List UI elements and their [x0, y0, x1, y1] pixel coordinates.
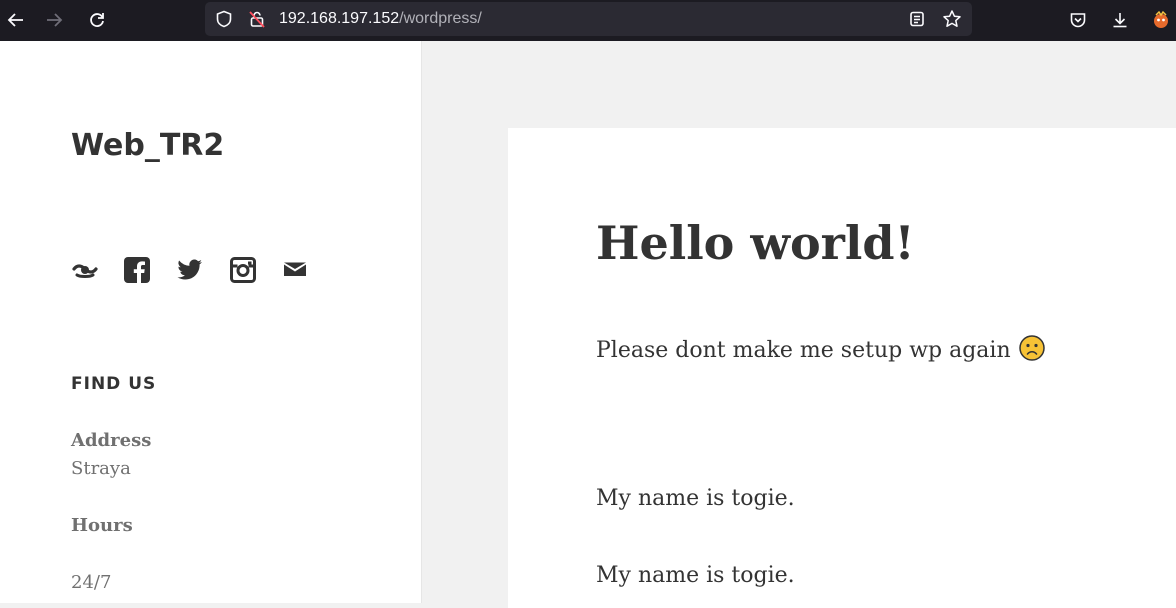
mail-icon[interactable] — [283, 255, 336, 285]
url-path: /wordpress/ — [399, 10, 482, 27]
address-label: Address — [71, 430, 152, 451]
reader-view-icon[interactable] — [901, 3, 933, 35]
reload-icon[interactable] — [81, 4, 113, 36]
insecure-lock-icon[interactable] — [241, 3, 273, 35]
post-title[interactable]: Hello world! — [596, 216, 915, 270]
post-paragraph: My name is togie. — [596, 563, 795, 588]
post-paragraph: My name is togie. — [596, 486, 795, 511]
hours-label: Hours — [71, 515, 133, 536]
browser-toolbar: 192.168.197.152/wordpress/ — [0, 0, 1176, 41]
forward-arrow-icon[interactable] — [38, 4, 70, 36]
post-paragraph-text: Please dont make me setup wp again — [596, 338, 1011, 363]
downloads-icon[interactable] — [1104, 4, 1136, 36]
widget-title: FIND US — [71, 374, 157, 394]
url-host: 192.168.197.152 — [279, 10, 400, 27]
url-text[interactable]: 192.168.197.152/wordpress/ — [279, 2, 482, 36]
extension-icon[interactable] — [1145, 4, 1176, 36]
address-bar[interactable]: 192.168.197.152/wordpress/ — [205, 2, 972, 36]
social-links — [71, 255, 336, 285]
facebook-icon[interactable] — [124, 255, 177, 285]
twitter-icon[interactable] — [177, 255, 230, 285]
address-value: Straya — [71, 458, 131, 479]
frowning-face-icon — [1018, 335, 1045, 367]
post-paragraph: Please dont make me setup wp again — [596, 335, 1045, 367]
back-arrow-icon[interactable] — [0, 4, 32, 36]
sidebar: Web_TR2 FIND US Address Straya Hours 24/… — [0, 41, 422, 603]
wordpress-icon[interactable] — [71, 255, 124, 285]
pocket-icon[interactable] — [1062, 4, 1094, 36]
site-title[interactable]: Web_TR2 — [71, 128, 224, 163]
bookmark-star-icon[interactable] — [936, 3, 968, 35]
instagram-icon[interactable] — [230, 255, 283, 285]
hours-value: 24/7 — [71, 572, 112, 593]
shield-icon[interactable] — [208, 3, 240, 35]
post-card: Hello world! Please dont make me setup w… — [508, 128, 1176, 608]
